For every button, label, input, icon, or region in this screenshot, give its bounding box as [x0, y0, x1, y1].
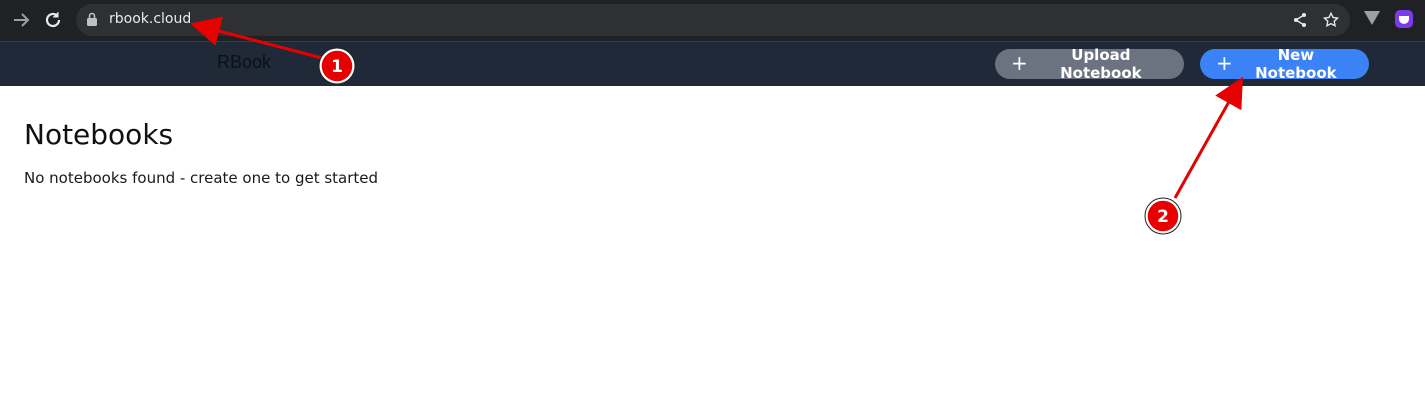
plus-icon: +: [1011, 51, 1028, 75]
annotation-badge-2: 2: [1144, 197, 1182, 235]
share-icon[interactable]: [1292, 12, 1308, 32]
address-bar[interactable]: rbook.cloud: [76, 4, 1350, 36]
lock-icon: [86, 12, 98, 31]
star-icon[interactable]: [1322, 11, 1340, 33]
upload-notebook-button[interactable]: + Upload Notebook: [995, 46, 1184, 82]
new-notebook-button[interactable]: + New Notebook: [1200, 46, 1369, 82]
reload-icon[interactable]: [41, 8, 65, 32]
forward-arrow-icon[interactable]: [10, 8, 34, 32]
new-notebook-label: New Notebook: [1255, 46, 1337, 82]
empty-state-message: No notebooks found - create one to get s…: [24, 169, 379, 187]
annotation-badge-2-label: 2: [1157, 207, 1169, 227]
browser-toolbar: rbook.cloud: [0, 0, 1425, 42]
upload-notebook-label: Upload Notebook: [1060, 46, 1142, 82]
url-text[interactable]: rbook.cloud: [109, 11, 191, 27]
app-brand[interactable]: RBook: [217, 52, 271, 73]
extension-purple-icon[interactable]: [1395, 10, 1413, 32]
page-title: Notebooks: [24, 118, 174, 151]
annotation-arrow-2: [1173, 76, 1243, 199]
extension-v-icon[interactable]: [1363, 10, 1381, 30]
plus-icon: +: [1216, 51, 1233, 75]
app-header: RBook + Upload Notebook + New Notebook: [0, 42, 1425, 86]
